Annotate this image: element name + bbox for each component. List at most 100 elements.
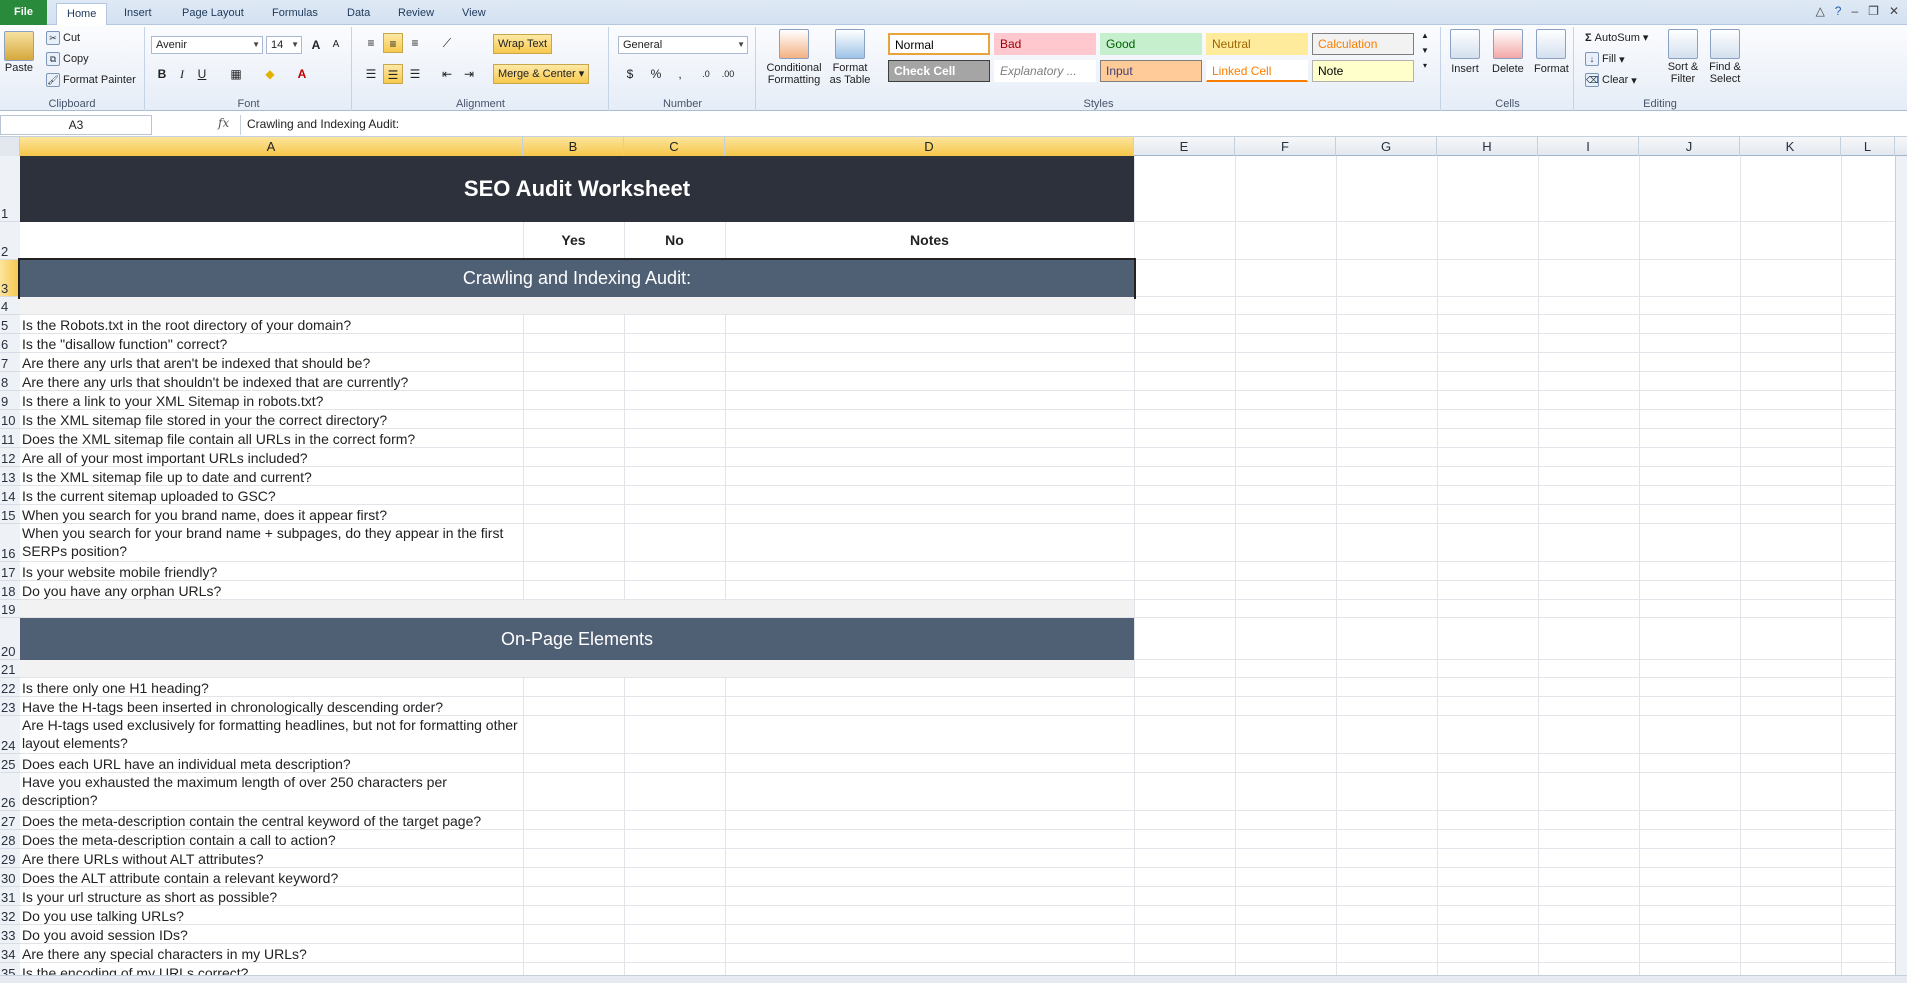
no-cell[interactable]	[624, 811, 725, 830]
question-cell[interactable]: Is the XML sitemap file stored in your t…	[22, 410, 521, 429]
notes-cell[interactable]	[725, 429, 1134, 448]
sort-filter-button[interactable]: Sort & Filter	[1665, 29, 1701, 85]
no-cell[interactable]	[624, 754, 725, 773]
notes-cell[interactable]	[725, 849, 1134, 868]
no-cell[interactable]	[624, 944, 725, 963]
row-header-10[interactable]: 10	[0, 410, 20, 429]
question-cell[interactable]: When you search for you brand name, does…	[22, 505, 521, 524]
notes-cell[interactable]	[725, 448, 1134, 467]
notes-cell[interactable]	[725, 963, 1134, 975]
no-cell[interactable]	[624, 773, 725, 811]
column-header-a[interactable]: A	[20, 137, 523, 156]
no-cell[interactable]	[624, 925, 725, 944]
style-bad[interactable]: Bad	[994, 33, 1096, 55]
shrink-font-icon[interactable]: A	[326, 35, 346, 55]
yes-cell[interactable]	[523, 868, 624, 887]
question-cell[interactable]: Is the Robots.txt in the root directory …	[22, 315, 521, 334]
question-cell[interactable]: Is your website mobile friendly?	[22, 562, 521, 581]
row-header-11[interactable]: 11	[0, 429, 20, 448]
tab-data[interactable]: Data	[337, 3, 380, 25]
row-header-12[interactable]: 12	[0, 448, 20, 467]
question-cell[interactable]: Is the XML sitemap file up to date and c…	[22, 467, 521, 486]
select-all-corner[interactable]	[0, 137, 20, 156]
vertical-scrollbar[interactable]	[1895, 156, 1907, 975]
notes-cell[interactable]	[725, 944, 1134, 963]
yes-cell[interactable]	[523, 467, 624, 486]
orientation-icon[interactable]: ⟋	[437, 33, 457, 53]
question-cell[interactable]: Is your url structure as short as possib…	[22, 887, 521, 906]
font-size-combo[interactable]: 14 ▼	[266, 36, 302, 54]
no-cell[interactable]	[624, 678, 725, 697]
yes-cell[interactable]	[523, 963, 624, 975]
notes-cell[interactable]	[725, 697, 1134, 716]
style-input[interactable]: Input	[1100, 60, 1202, 82]
align-bottom-icon[interactable]: ≡	[405, 33, 425, 53]
notes-cell[interactable]	[725, 906, 1134, 925]
column-header-c[interactable]: C	[624, 137, 725, 156]
yes-cell[interactable]	[523, 429, 624, 448]
yes-cell[interactable]	[523, 334, 624, 353]
yes-cell[interactable]	[523, 391, 624, 410]
fill-button[interactable]: ↓ Fill ▾	[1585, 52, 1625, 66]
no-cell[interactable]	[624, 581, 725, 600]
tab-insert[interactable]: Insert	[114, 3, 162, 25]
increase-indent-icon[interactable]: ⇥	[459, 64, 479, 84]
align-right-icon[interactable]: ☰	[405, 64, 425, 84]
notes-cell[interactable]	[725, 716, 1134, 754]
row-header-8[interactable]: 8	[0, 372, 20, 391]
row-header-33[interactable]: 33	[0, 925, 20, 944]
notes-cell[interactable]	[725, 678, 1134, 697]
header-notes[interactable]: Notes	[725, 232, 1134, 248]
yes-cell[interactable]	[523, 448, 624, 467]
style-note[interactable]: Note	[1312, 60, 1414, 82]
row-header-30[interactable]: 30	[0, 868, 20, 887]
no-cell[interactable]	[624, 429, 725, 448]
no-cell[interactable]	[624, 505, 725, 524]
bold-icon[interactable]: B	[152, 64, 172, 84]
no-cell[interactable]	[624, 830, 725, 849]
yes-cell[interactable]	[523, 410, 624, 429]
notes-cell[interactable]	[725, 315, 1134, 334]
column-header-e[interactable]: E	[1134, 137, 1235, 156]
row-header-6[interactable]: 6	[0, 334, 20, 353]
align-center-icon[interactable]: ☰	[383, 64, 403, 84]
cut-button[interactable]: ✂ Cut	[46, 31, 80, 45]
style-linked-cell[interactable]: Linked Cell	[1206, 60, 1308, 82]
row-header-5[interactable]: 5	[0, 315, 20, 334]
row-header-13[interactable]: 13	[0, 467, 20, 486]
no-cell[interactable]	[624, 906, 725, 925]
notes-cell[interactable]	[725, 410, 1134, 429]
style-normal[interactable]: Normal	[888, 33, 990, 55]
row-header-34[interactable]: 34	[0, 944, 20, 963]
question-cell[interactable]: Are there any urls that aren't be indexe…	[22, 353, 521, 372]
tab-home[interactable]: Home	[56, 3, 108, 26]
tab-view[interactable]: View	[452, 3, 496, 25]
worksheet-grid[interactable]: ABCDEFGHIJKL 1 2 3 4 5 6 7 8 9 10 11 12 13 14 15 16 17 18…	[0, 137, 1907, 975]
notes-cell[interactable]	[725, 868, 1134, 887]
minimize-icon[interactable]: –	[1851, 4, 1858, 18]
merge-center-button[interactable]: Merge & Center ▾	[493, 64, 590, 84]
question-cell[interactable]: Is the encoding of my URLs correct?	[22, 963, 521, 975]
yes-cell[interactable]	[523, 562, 624, 581]
yes-cell[interactable]	[523, 716, 624, 754]
tab-review[interactable]: Review	[388, 3, 444, 25]
row-header-27[interactable]: 27	[0, 811, 20, 830]
column-header-g[interactable]: G	[1336, 137, 1437, 156]
decrease-indent-icon[interactable]: ⇤	[437, 64, 457, 84]
question-cell[interactable]: Is the current sitemap uploaded to GSC?	[22, 486, 521, 505]
no-cell[interactable]	[624, 334, 725, 353]
question-cell[interactable]: Are there any special characters in my U…	[22, 944, 521, 963]
row-header-25[interactable]: 25	[0, 754, 20, 773]
notes-cell[interactable]	[725, 486, 1134, 505]
notes-cell[interactable]	[725, 773, 1134, 811]
no-cell[interactable]	[624, 391, 725, 410]
tab-page-layout[interactable]: Page Layout	[172, 3, 254, 25]
column-header-d[interactable]: D	[725, 137, 1134, 156]
question-cell[interactable]: Does the meta-description contain a call…	[22, 830, 521, 849]
question-cell[interactable]: Are H-tags used exclusively for formatti…	[22, 716, 521, 754]
no-cell[interactable]	[624, 887, 725, 906]
column-header-j[interactable]: J	[1639, 137, 1740, 156]
question-cell[interactable]: Is there a link to your XML Sitemap in r…	[22, 391, 521, 410]
italic-icon[interactable]: I	[172, 64, 192, 84]
yes-cell[interactable]	[523, 849, 624, 868]
